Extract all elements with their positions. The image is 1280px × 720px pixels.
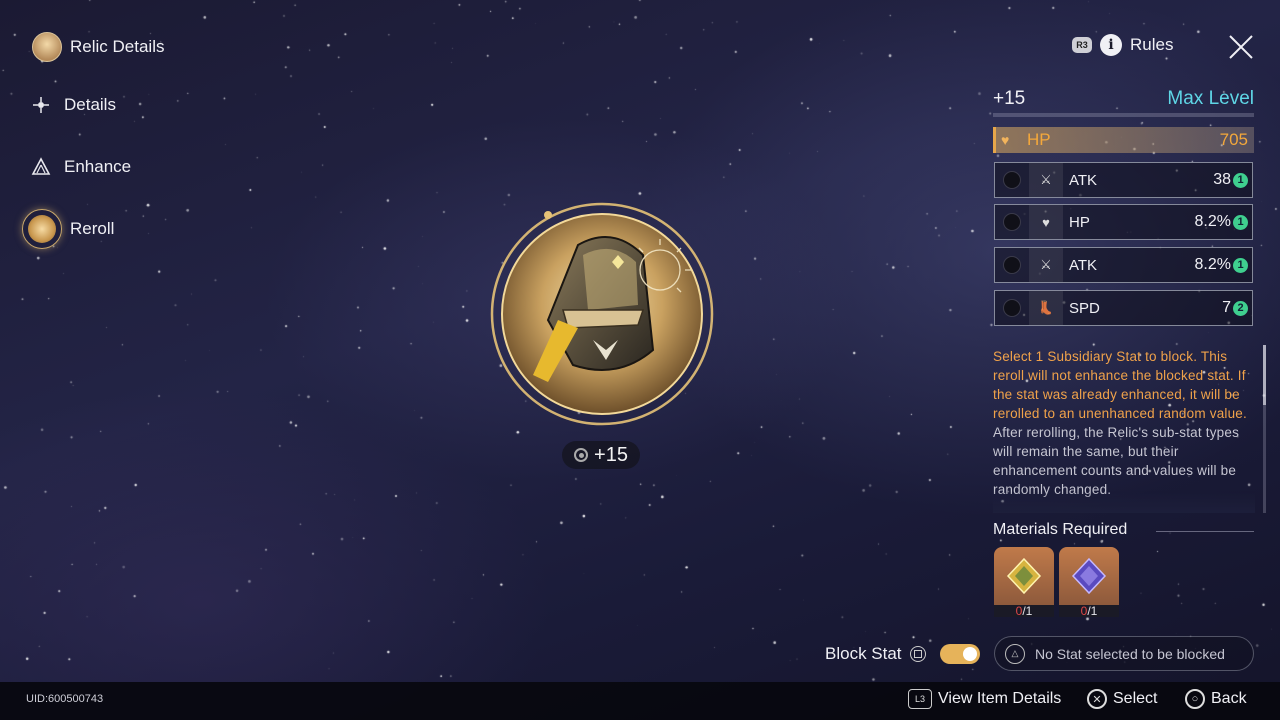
nav-item-enhance[interactable]: Enhance	[30, 156, 131, 178]
material-count: 0/1	[994, 605, 1054, 617]
block-stat-label: Block Stat	[825, 644, 902, 663]
select-label: Select	[1113, 690, 1158, 707]
page-title: Relic Details	[70, 37, 165, 56]
sub-stat-value: 7	[1222, 299, 1231, 316]
materials-divider	[1156, 531, 1254, 532]
enhance-count-badge: 2	[1233, 300, 1248, 316]
nav-item-reroll[interactable]: Reroll	[22, 209, 115, 249]
level-icon	[574, 448, 589, 462]
materials-title: Materials Required	[993, 521, 1128, 538]
enhance-icon	[30, 156, 52, 178]
main-stat-row: ♥ HP 705	[993, 127, 1254, 153]
reroll-info-text: After rerolling, the Relic's sub-stat ty…	[993, 425, 1240, 497]
heart-icon: ♥	[1001, 132, 1010, 148]
close-icon[interactable]	[1226, 32, 1256, 62]
gold-cube-icon	[994, 547, 1054, 605]
boot-icon: 👢	[1029, 291, 1063, 325]
uid-text: UID:600500743	[26, 693, 104, 705]
nav-item-label: Enhance	[64, 157, 132, 176]
circle-button-icon: ○	[1185, 689, 1205, 709]
sub-stat-row[interactable]: ⚔ ATK 38 1	[994, 162, 1253, 198]
purple-cube-icon	[1059, 547, 1119, 605]
material-item[interactable]: 0/1	[1059, 547, 1119, 617]
sub-stat-name: ATK	[1069, 171, 1098, 189]
view-item-details-label: View Item Details	[938, 690, 1062, 707]
nav-item-label: Details	[64, 95, 116, 114]
sword-icon: ⚔	[1029, 248, 1063, 282]
rules-label: Rules	[1130, 35, 1174, 54]
reroll-description[interactable]: Select 1 Subsidiary Stat to block. This …	[993, 347, 1255, 513]
heart-icon: ♥	[1029, 205, 1063, 239]
block-checkbox[interactable]	[1003, 213, 1021, 231]
block-status-text: No Stat selected to be blocked	[1035, 645, 1225, 662]
relic-level: +15	[993, 88, 1026, 109]
main-stat-value: 705	[1219, 130, 1248, 149]
sub-stat-value: 38	[1213, 171, 1231, 188]
reroll-icon	[22, 209, 62, 249]
sub-stat-value: 8.2%	[1194, 213, 1231, 230]
back-button[interactable]: ○ Back	[1185, 689, 1247, 709]
block-status-pill: △ No Stat selected to be blocked	[994, 636, 1254, 671]
relic-level-text: +15	[594, 443, 628, 466]
block-stat-toggle[interactable]	[939, 644, 980, 664]
triangle-button-icon: △	[1005, 643, 1025, 664]
cross-button-icon: ✕	[1087, 689, 1107, 709]
material-count: 0/1	[1059, 605, 1119, 617]
view-item-details-button[interactable]: L3 View Item Details	[908, 689, 1061, 709]
square-button-icon	[909, 646, 926, 662]
block-stat-control[interactable]: Block Stat	[825, 644, 980, 664]
description-scrollbar[interactable]	[1263, 345, 1266, 513]
nav-item-label: Reroll	[70, 219, 115, 238]
level-progress-bar	[993, 113, 1254, 117]
material-item[interactable]: 0/1	[994, 547, 1054, 617]
enhance-count-badge: 1	[1233, 172, 1248, 188]
rules-button[interactable]: R3 i Rules	[1072, 34, 1173, 56]
enhance-count-badge: 1	[1233, 257, 1248, 273]
relic-level-badge: +15	[562, 441, 640, 469]
block-checkbox[interactable]	[1003, 171, 1021, 189]
l3-button-icon: L3	[908, 689, 932, 709]
r3-button-icon: R3	[1072, 37, 1092, 53]
enhance-count-badge: 1	[1233, 214, 1248, 230]
back-label: Back	[1211, 690, 1247, 707]
relic-image[interactable]	[488, 200, 716, 428]
sword-icon: ⚔	[1029, 163, 1063, 197]
details-icon	[30, 94, 52, 116]
relic-details-header: Relic Details	[32, 32, 164, 62]
select-button[interactable]: ✕ Select	[1087, 689, 1157, 709]
sub-stat-name: SPD	[1069, 299, 1100, 317]
block-checkbox[interactable]	[1003, 299, 1021, 317]
max-level-label: Max Level	[1167, 88, 1254, 109]
sub-stat-name: ATK	[1069, 256, 1098, 274]
info-icon: i	[1100, 34, 1122, 56]
character-avatar	[32, 32, 62, 62]
main-stat-name: HP	[1027, 130, 1051, 149]
sub-stat-row[interactable]: 👢 SPD 7 2	[994, 290, 1253, 326]
sub-stat-row[interactable]: ♥ HP 8.2% 1	[994, 204, 1253, 240]
block-warning-text: Select 1 Subsidiary Stat to block. This …	[993, 349, 1247, 421]
sub-stat-name: HP	[1069, 213, 1090, 231]
sub-stat-row[interactable]: ⚔ ATK 8.2% 1	[994, 247, 1253, 283]
sub-stat-value: 8.2%	[1194, 256, 1231, 273]
nav-item-details[interactable]: Details	[30, 94, 116, 116]
block-checkbox[interactable]	[1003, 256, 1021, 274]
